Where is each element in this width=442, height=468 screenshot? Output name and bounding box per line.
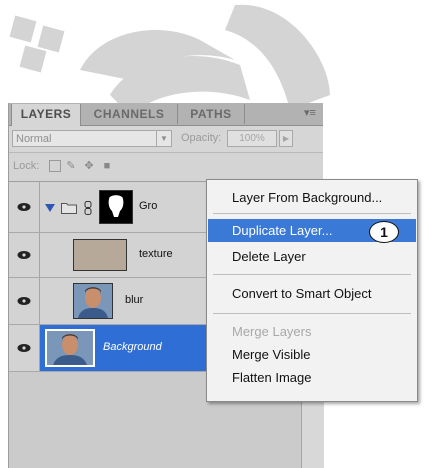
menu-item-merge-layers: Merge Layers [232, 324, 312, 339]
lock-all-icon[interactable]: ■ [101, 160, 113, 172]
lock-transparent-icon[interactable] [49, 160, 61, 172]
opacity-slider-arrow-icon[interactable]: ▶ [279, 130, 293, 147]
tab-layers[interactable]: LAYERS [11, 104, 81, 126]
visibility-cell[interactable] [9, 233, 40, 277]
visibility-cell[interactable] [9, 278, 40, 324]
layer-thumbnail-background [45, 329, 95, 367]
menu-separator [213, 274, 411, 275]
menu-item-duplicate-layer[interactable]: Duplicate Layer... 1 [208, 219, 416, 243]
menu-item-layer-from-background[interactable]: Layer From Background... [208, 186, 416, 209]
link-chain-icon[interactable] [84, 201, 92, 215]
layer-name-blur: blur [125, 294, 144, 306]
eye-icon[interactable] [17, 296, 31, 306]
menu-item-delete-layer[interactable]: Delete Layer [208, 245, 416, 268]
menu-item-flatten-image[interactable]: Flatten Image [208, 366, 416, 389]
folder-icon [61, 203, 77, 214]
layer-thumbnail-blur [73, 283, 113, 319]
tab-channels[interactable]: CHANNELS [81, 104, 178, 124]
visibility-cell[interactable] [9, 325, 40, 371]
blend-row: Normal ▼ Opacity: 100% ▶ [9, 126, 323, 153]
layer-name-texture: texture [139, 248, 173, 260]
menu-separator [213, 313, 411, 314]
eye-icon[interactable] [17, 250, 31, 260]
opacity-input[interactable]: 100% [227, 130, 277, 147]
menu-separator [213, 213, 411, 214]
lock-move-icon[interactable]: ✥ [83, 160, 95, 172]
menu-item-convert-smart-object[interactable]: Convert to Smart Object [208, 282, 416, 305]
layer-context-menu: Layer From Background... Duplicate Layer… [206, 179, 418, 402]
expand-triangle-icon[interactable] [45, 204, 55, 212]
chevron-down-icon: ▼ [156, 131, 171, 146]
panel-tab-bar: LAYERS CHANNELS PATHS ▾≡ [9, 103, 323, 126]
visibility-cell[interactable] [9, 182, 40, 232]
menu-item-merge-visible[interactable]: Merge Visible [208, 343, 416, 366]
blend-mode-select[interactable]: Normal ▼ [12, 130, 172, 147]
portrait-image [53, 334, 87, 365]
blend-mode-value: Normal [16, 133, 52, 145]
tab-paths[interactable]: PATHS [178, 104, 245, 124]
portrait-image [78, 287, 108, 318]
lock-brush-icon[interactable]: ✎ [65, 160, 77, 172]
lock-label: Lock: [13, 160, 40, 172]
eye-icon[interactable] [17, 343, 31, 353]
layer-name-group: Gro [139, 200, 158, 212]
mask-face-shape [108, 195, 124, 217]
lock-row: Lock: ✎ ✥ ■ [9, 153, 323, 182]
layer-name-background: Background [103, 341, 162, 353]
layer-thumbnail-texture [73, 239, 127, 271]
step-number-annotation: 1 [369, 221, 399, 243]
eye-icon[interactable] [17, 202, 31, 212]
layer-mask-thumbnail [99, 190, 133, 224]
opacity-label: Opacity: [181, 132, 222, 144]
panel-menu-icon[interactable]: ▾≡ [301, 106, 319, 120]
menu-item-label: Duplicate Layer... [232, 223, 333, 238]
